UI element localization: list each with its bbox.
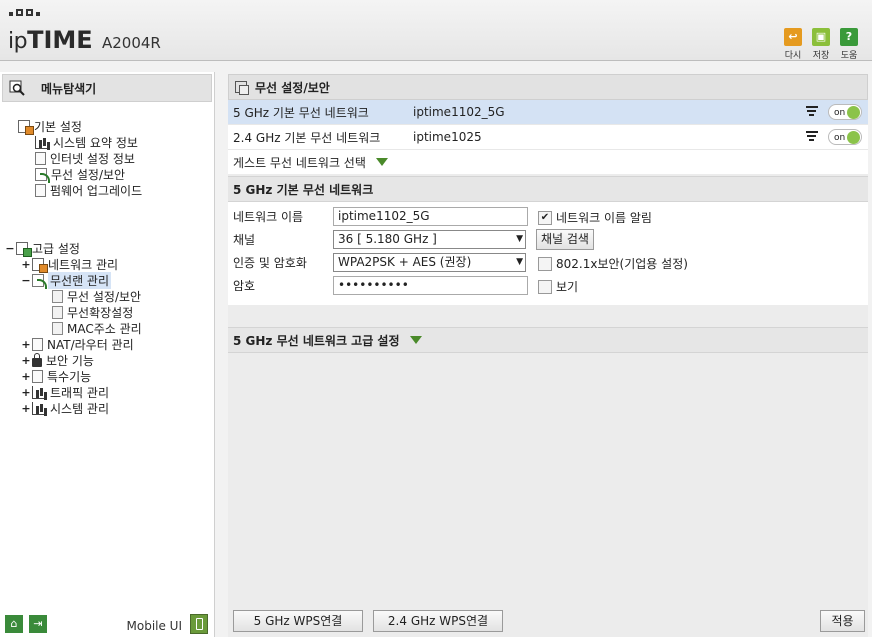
- router-icon: [32, 338, 43, 351]
- apply-button[interactable]: 적용: [820, 610, 865, 632]
- guest-network-select[interactable]: 게스트 무선 네트워크 선택: [228, 150, 868, 174]
- network-row-5ghz[interactable]: 5 GHz 기본 무선 네트워크 iptime1102_5G on: [228, 100, 868, 125]
- folder-icon: [16, 242, 32, 257]
- sidebar-footer: ⌂ ⇥ Mobile UI: [0, 609, 214, 637]
- tree-special[interactable]: + 특수기능: [20, 368, 91, 385]
- network-row-24ghz[interactable]: 2.4 GHz 기본 무선 네트워크 iptime1025 on: [228, 125, 868, 150]
- upgrade-icon: [35, 184, 46, 197]
- page-title: 무선 설정/보안: [228, 74, 868, 100]
- sidebar-title: 메뉴탐색기: [2, 74, 212, 102]
- tree-firmware-upgrade[interactable]: 펌웨어 업그레이드: [35, 182, 142, 199]
- toggle-5ghz[interactable]: on: [828, 104, 862, 120]
- tree-wireless-manage[interactable]: − 무선랜 관리: [20, 272, 112, 289]
- tree-wireless-extend[interactable]: 무선확장설정: [52, 304, 133, 321]
- toggle-24ghz[interactable]: on: [828, 129, 862, 145]
- section-title: 5 GHz 기본 무선 네트워크: [228, 176, 868, 202]
- expand-toggle[interactable]: +: [20, 258, 32, 271]
- tree-wireless-basic[interactable]: 무선 설정/보안: [35, 166, 125, 183]
- logo-mark: [9, 9, 40, 16]
- chart-icon: [35, 136, 49, 149]
- wifi-signal-icon: [806, 131, 820, 143]
- back-icon: ↩: [784, 28, 802, 46]
- wifi-signal-icon: [806, 106, 820, 118]
- special-icon: [32, 370, 43, 383]
- traffic-icon: [32, 386, 46, 399]
- tree-mac-manage[interactable]: MAC주소 관리: [52, 320, 142, 337]
- advanced-settings-toggle[interactable]: 5 GHz 무선 네트워크 고급 설정: [228, 327, 868, 353]
- tree-wireless-security[interactable]: 무선 설정/보안: [52, 288, 141, 305]
- tree-internet-info[interactable]: 인터넷 설정 정보: [35, 150, 135, 167]
- collapse-toggle[interactable]: −: [20, 274, 32, 287]
- show-password-checkbox[interactable]: 보기: [538, 278, 578, 295]
- expand-toggle[interactable]: +: [20, 338, 32, 351]
- wps-24ghz-button[interactable]: 2.4 GHz WPS연결: [373, 610, 503, 632]
- wireless-icon: [35, 168, 50, 183]
- back-button[interactable]: ↩ 다시: [782, 28, 804, 61]
- network-name-input[interactable]: iptime1102_5G: [333, 207, 528, 226]
- header: ipTIME A2004R ↩ 다시 ▣ 저장 ? 도움: [0, 0, 872, 61]
- page-icon: [52, 306, 63, 319]
- folder-icon: [18, 120, 34, 135]
- expand-arrow-icon: [409, 336, 422, 344]
- main-panel: 무선 설정/보안 5 GHz 기본 무선 네트워크 iptime1102_5G …: [228, 74, 868, 637]
- mobile-icon[interactable]: [190, 614, 208, 634]
- expand-toggle[interactable]: +: [20, 354, 32, 367]
- network-icon: [32, 258, 48, 273]
- collapse-toggle[interactable]: −: [4, 242, 16, 255]
- lock-icon: [32, 353, 42, 367]
- save-icon: ▣: [812, 28, 830, 46]
- mobile-ui-link[interactable]: Mobile UI: [127, 619, 183, 633]
- system-icon: [32, 402, 46, 415]
- tree-traffic[interactable]: + 트래픽 관리: [20, 384, 109, 401]
- logo: ipTIME: [8, 26, 93, 54]
- sidebar: 메뉴탐색기 기본 설정 시스템 요약 정보 인터넷 설정 정보 무선 설정/보안…: [0, 72, 215, 637]
- expand-toggle[interactable]: +: [20, 402, 32, 415]
- monitor-icon: [35, 152, 46, 165]
- channel-select[interactable]: 36 [ 5.180 GHz ]: [333, 230, 526, 249]
- wireless-form: 네트워크 이름 iptime1102_5G ✔ 네트워크 이름 알림 채널 36…: [228, 202, 868, 305]
- tree-security[interactable]: + 보안 기능: [20, 352, 94, 369]
- save-button[interactable]: ▣ 저장: [810, 28, 832, 61]
- expand-toggle[interactable]: +: [20, 386, 32, 399]
- model-name: A2004R: [102, 34, 161, 52]
- password-input[interactable]: ••••••••••: [333, 276, 528, 295]
- search-icon: [9, 80, 25, 96]
- expand-arrow-icon: [375, 158, 388, 166]
- tree-system-summary[interactable]: 시스템 요약 정보: [35, 134, 138, 151]
- logout-icon[interactable]: ⇥: [29, 615, 47, 633]
- tree-network-manage[interactable]: + 네트워크 관리: [20, 256, 118, 273]
- broadcast-checkbox[interactable]: ✔ 네트워크 이름 알림: [538, 209, 652, 226]
- tree-system-manage[interactable]: + 시스템 관리: [20, 400, 109, 417]
- enterprise-checkbox[interactable]: 802.1x보안(기업용 설정): [538, 255, 688, 272]
- page-icon: [235, 81, 249, 95]
- auth-select[interactable]: WPA2PSK + AES (권장): [333, 253, 526, 272]
- home-icon[interactable]: ⌂: [5, 615, 23, 633]
- tree-advanced-settings[interactable]: − 고급 설정: [4, 240, 80, 257]
- page-icon: [52, 290, 63, 303]
- channel-scan-button[interactable]: 채널 검색: [536, 229, 594, 250]
- tree-nat-router[interactable]: + NAT/라우터 관리: [20, 336, 134, 353]
- wps-5ghz-button[interactable]: 5 GHz WPS연결: [233, 610, 363, 632]
- expand-toggle[interactable]: +: [20, 370, 32, 383]
- tree-basic-settings[interactable]: 기본 설정: [18, 118, 82, 135]
- wireless-icon: [32, 274, 47, 289]
- page-icon: [52, 322, 63, 335]
- help-button[interactable]: ? 도움: [838, 28, 860, 61]
- help-icon: ?: [840, 28, 858, 46]
